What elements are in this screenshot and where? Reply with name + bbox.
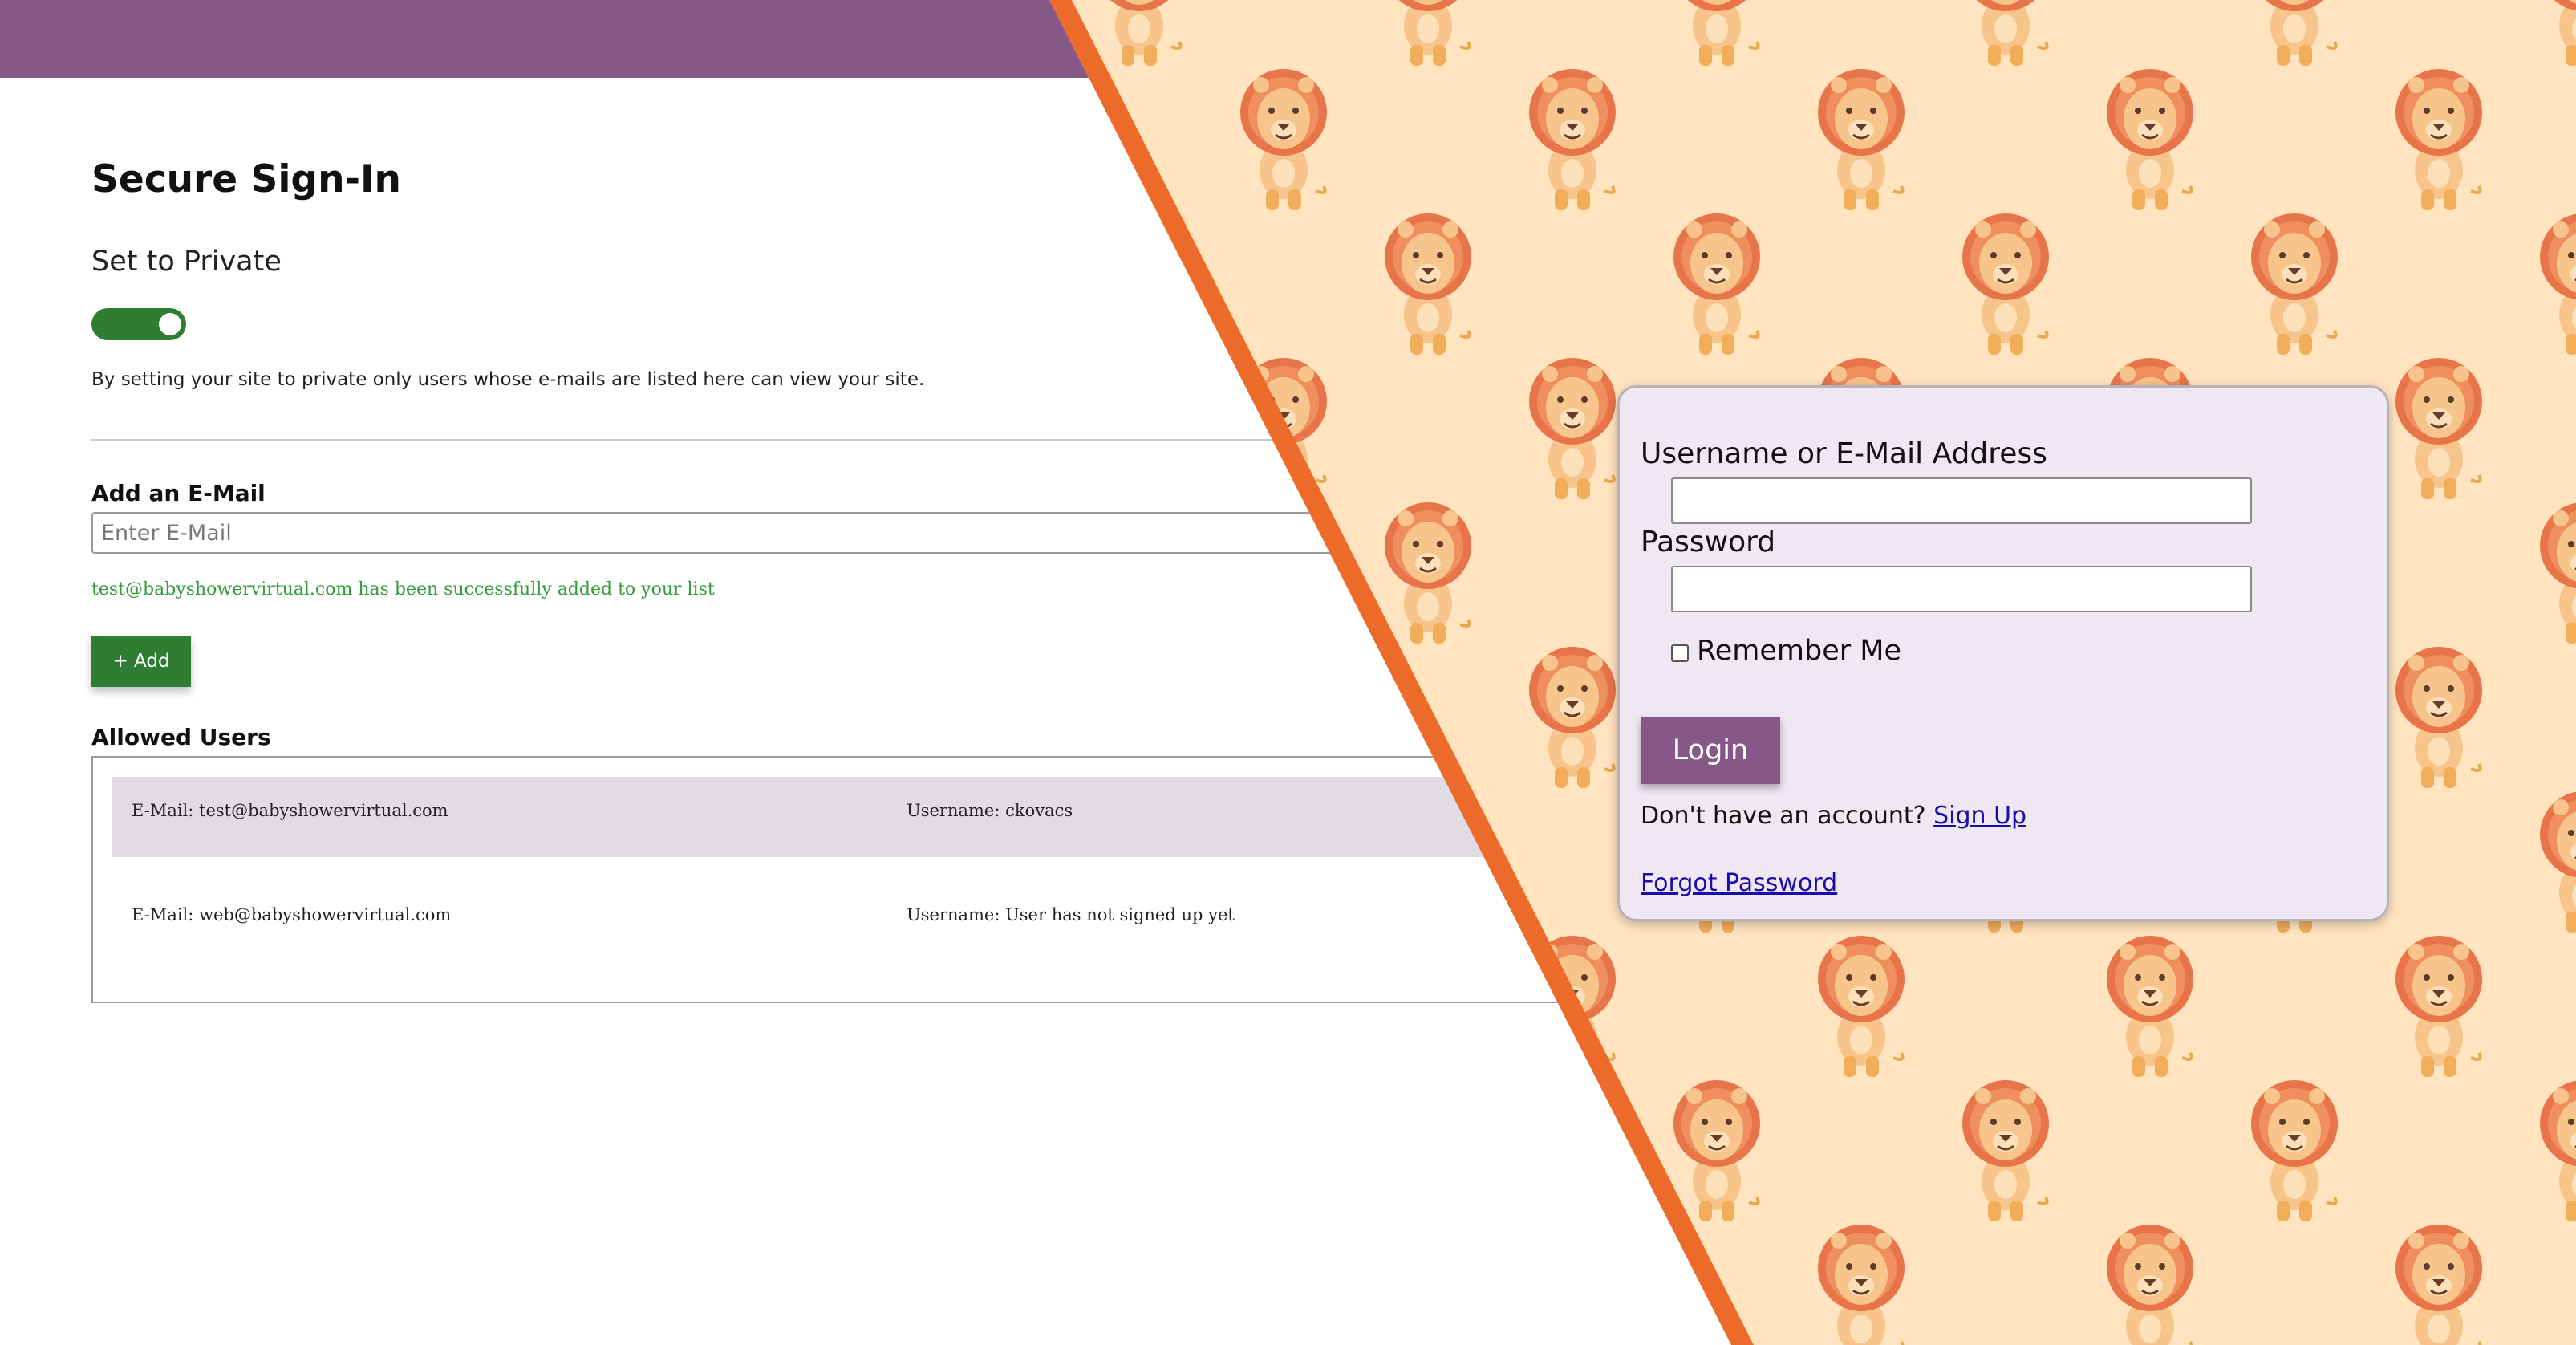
allowed-users-list: E-Mail: test@babyshowervirtual.com Usern… — [91, 756, 1616, 1003]
toggle-knob — [159, 313, 181, 335]
no-account-text: Don't have an account? Sign Up — [1641, 802, 2026, 830]
section-divider — [91, 439, 1455, 441]
user-username: Username: ckovacs — [907, 801, 1073, 820]
password-label: Password — [1641, 526, 1776, 559]
remember-me-label: Remember Me — [1697, 635, 1901, 667]
remember-me-checkbox[interactable] — [1671, 644, 1689, 662]
private-toggle[interactable] — [91, 308, 186, 340]
signup-link[interactable]: Sign Up — [1933, 802, 2026, 830]
success-message: test@babyshowervirtual.com has been succ… — [91, 579, 715, 599]
add-email-label: Add an E-Mail — [91, 480, 266, 506]
private-description: By setting your site to private only use… — [91, 369, 925, 390]
forgot-password-link[interactable]: Forgot Password — [1641, 869, 1837, 897]
username-label: Username or E-Mail Address — [1641, 437, 2047, 470]
page-title: Secure Sign-In — [91, 157, 401, 201]
user-email: E-Mail: test@babyshowervirtual.com — [132, 801, 448, 820]
login-card: Username or E-Mail Address Password Reme… — [1617, 385, 2389, 921]
list-item: E-Mail: test@babyshowervirtual.com Usern… — [112, 777, 1604, 857]
forgot-password-wrapper: Forgot Password — [1641, 869, 1837, 897]
header-bar — [0, 0, 1123, 78]
user-email: E-Mail: web@babyshowervirtual.com — [132, 905, 452, 924]
set-private-label: Set to Private — [91, 246, 282, 278]
no-account-prompt: Don't have an account? — [1641, 802, 1926, 830]
login-button[interactable]: Login — [1641, 717, 1780, 784]
username-input[interactable] — [1671, 477, 2252, 524]
email-input[interactable] — [91, 512, 1503, 554]
password-input[interactable] — [1671, 566, 2252, 612]
user-username: Username: User has not signed up yet — [907, 905, 1235, 924]
add-email-button[interactable]: + Add — [91, 636, 191, 687]
allowed-users-label: Allowed Users — [91, 724, 271, 750]
list-item: E-Mail: web@babyshowervirtual.com Userna… — [112, 881, 1604, 961]
